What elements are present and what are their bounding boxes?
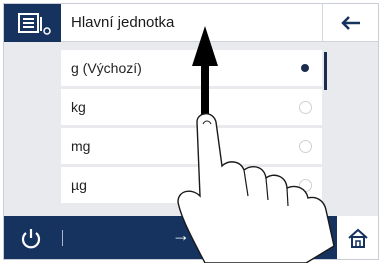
screen: Hlavní jednotka g (Výchozí) kg mg µg →T — [3, 3, 379, 260]
list-item-label: µg — [71, 177, 87, 193]
transfer-button[interactable]: →T — [172, 225, 201, 246]
radio-unselected[interactable] — [299, 178, 312, 192]
list-item-unit-kg[interactable]: kg — [61, 89, 322, 125]
list-item-label: mg — [71, 138, 91, 154]
page-title: Hlavní jednotka — [61, 4, 322, 42]
back-button[interactable] — [322, 4, 378, 42]
power-button[interactable] — [18, 226, 44, 250]
home-icon — [347, 228, 368, 248]
header: Hlavní jednotka — [4, 4, 378, 42]
radio-unselected[interactable] — [299, 100, 312, 114]
power-icon — [21, 229, 41, 249]
radio-selected[interactable] — [301, 64, 309, 72]
list-item-unit-g[interactable]: g (Výchozí) — [61, 50, 322, 86]
arrow-left-icon — [340, 15, 360, 30]
home-button[interactable] — [337, 216, 378, 259]
scrollbar[interactable] — [324, 52, 327, 90]
list-item-unit-ug[interactable]: µg — [61, 167, 322, 203]
footer-bar: →T — [4, 216, 378, 259]
settings-list-icon[interactable] — [4, 4, 61, 42]
list-item-unit-mg[interactable]: mg — [61, 128, 322, 164]
radio-unselected[interactable] — [299, 139, 312, 153]
list-item-label: g (Výchozí) — [71, 60, 142, 76]
list-item-label: kg — [71, 99, 86, 115]
unit-list: g (Výchozí) kg mg µg — [61, 50, 322, 206]
footer-divider — [62, 230, 63, 246]
